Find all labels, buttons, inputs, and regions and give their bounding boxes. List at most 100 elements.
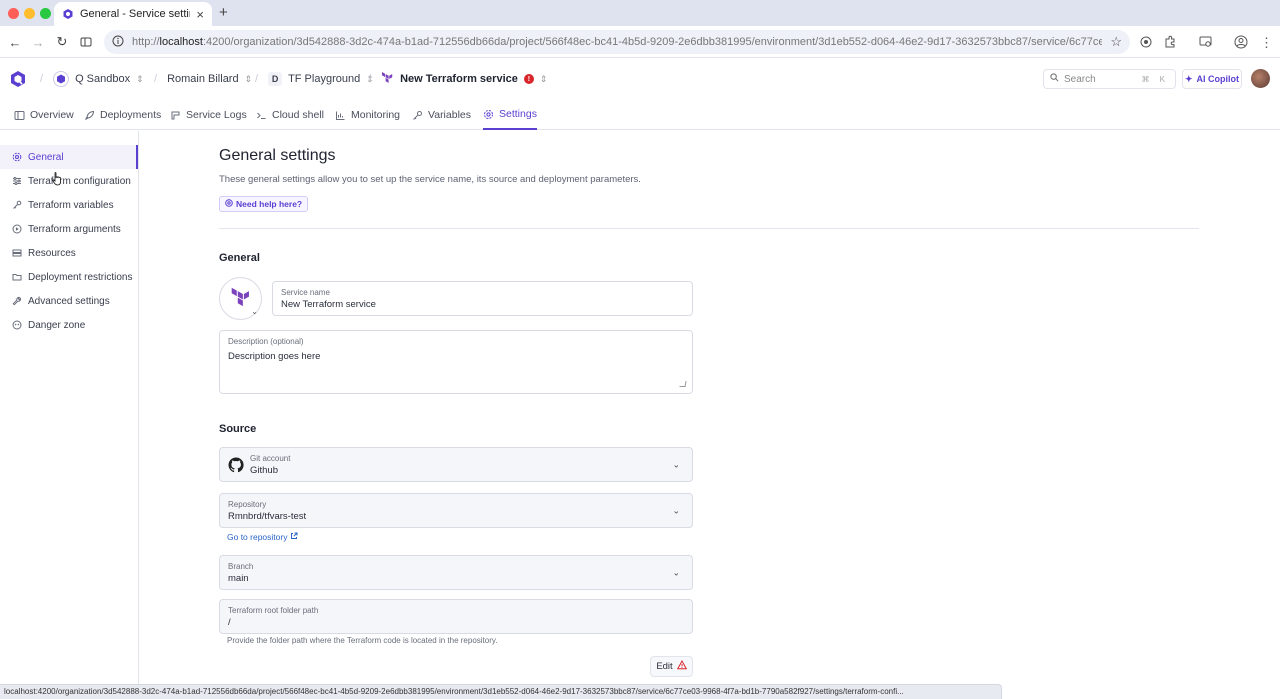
breadcrumb-project[interactable]: / Romain Billard ⇕ bbox=[154, 70, 252, 88]
chevron-updown-icon: ⇕ bbox=[539, 73, 548, 84]
breadcrumb-org[interactable]: / Q Sandbox ⇕ bbox=[40, 70, 144, 88]
tab-deployments[interactable]: Deployments bbox=[84, 100, 161, 130]
sidebar-item-advanced-settings[interactable]: Advanced settings bbox=[0, 289, 138, 313]
source-section-heading: Source bbox=[219, 423, 257, 435]
extension-icon[interactable] bbox=[1139, 35, 1153, 49]
tab-overview[interactable]: Overview bbox=[14, 100, 74, 130]
service-name: New Terraform service bbox=[400, 73, 518, 85]
sidebar-panel-icon[interactable] bbox=[78, 34, 94, 50]
repository-label: Repository bbox=[228, 500, 267, 509]
tab-monitoring-label: Monitoring bbox=[351, 109, 401, 121]
general-section-heading: General bbox=[219, 252, 260, 264]
org-name: Q Sandbox bbox=[75, 73, 131, 85]
chart-icon bbox=[335, 110, 346, 121]
service-name-field[interactable]: Service name New Terraform service bbox=[272, 281, 693, 316]
back-icon[interactable]: ← bbox=[7, 34, 23, 50]
search-input[interactable]: Search ⌘ K bbox=[1043, 69, 1176, 89]
branch-select[interactable]: Branch main ⌄ bbox=[219, 555, 693, 590]
sidebar-item-deployment-restrictions[interactable]: Deployment restrictions bbox=[0, 265, 138, 289]
edit-button[interactable]: Edit bbox=[650, 656, 693, 677]
reload-icon[interactable]: ↻ bbox=[54, 34, 70, 50]
branch-value: main bbox=[228, 573, 249, 584]
breadcrumb-service[interactable]: / New Terraform service ! ⇕ bbox=[368, 70, 547, 88]
extensions-puzzle-icon[interactable] bbox=[1163, 35, 1177, 49]
repository-select[interactable]: Repository Rmnbrd/tfvars-test ⌄ bbox=[219, 493, 693, 528]
search-placeholder: Search bbox=[1064, 73, 1096, 85]
tab-service-logs[interactable]: Service Logs bbox=[170, 100, 247, 130]
app-logo-icon bbox=[62, 8, 74, 20]
search-icon bbox=[1050, 73, 1059, 85]
need-help-button[interactable]: Need help here? bbox=[219, 196, 309, 212]
chevron-updown-icon: ⇕ bbox=[244, 73, 253, 84]
site-info-icon[interactable] bbox=[112, 35, 124, 50]
zoom-window-button[interactable] bbox=[40, 8, 51, 19]
git-account-label: Git account bbox=[250, 454, 291, 463]
overview-icon bbox=[14, 110, 25, 121]
tab-overview-label: Overview bbox=[30, 109, 74, 121]
close-window-button[interactable] bbox=[8, 8, 19, 19]
git-account-value: Github bbox=[250, 465, 278, 476]
sidebar-item-general[interactable]: General bbox=[0, 145, 138, 169]
logs-icon bbox=[170, 110, 181, 121]
close-tab-icon[interactable]: × bbox=[196, 7, 204, 22]
service-name-value: New Terraform service bbox=[281, 299, 376, 310]
org-avatar-icon bbox=[53, 71, 70, 87]
service-name-label: Service name bbox=[281, 288, 330, 297]
sidebar-item-terraform-configuration[interactable]: Terraform configuration bbox=[0, 169, 138, 193]
address-bar[interactable]: http://localhost:4200/organization/3d542… bbox=[104, 30, 1130, 54]
minimize-window-button[interactable] bbox=[24, 8, 35, 19]
folder-icon bbox=[12, 272, 22, 282]
tab-title: General - Service settings bbox=[80, 8, 190, 20]
qovery-logo-icon[interactable] bbox=[9, 70, 27, 88]
link-preview-status-bar: localhost:4200/organization/3d542888-3d2… bbox=[0, 684, 1002, 699]
git-account-select[interactable]: Git account Github ⌄ bbox=[219, 447, 693, 482]
breadcrumb-environment[interactable]: / D TF Playground ⇕ bbox=[255, 70, 374, 88]
ai-copilot-button[interactable]: ✦ AI Copilot bbox=[1182, 69, 1242, 89]
bookmark-star-icon[interactable]: ☆ bbox=[1110, 34, 1122, 50]
gear-icon bbox=[483, 109, 494, 120]
github-icon bbox=[228, 457, 244, 473]
go-to-repository-label: Go to repository bbox=[227, 532, 288, 542]
forward-icon[interactable]: → bbox=[30, 34, 46, 50]
app-header: / Q Sandbox ⇕ / Romain Billard ⇕ / D TF … bbox=[0, 58, 1280, 100]
root-folder-path-field[interactable]: Terraform root folder path / bbox=[219, 599, 693, 634]
profile-icon[interactable] bbox=[1234, 35, 1248, 49]
browser-tab-strip: General - Service settings × + bbox=[0, 0, 1280, 26]
service-icon-picker[interactable]: ⌄ bbox=[219, 277, 262, 320]
sidebar-item-label: Advanced settings bbox=[28, 295, 110, 307]
browser-menu-icon[interactable]: ⋮ bbox=[1260, 35, 1274, 50]
go-to-repository-link[interactable]: Go to repository bbox=[227, 532, 298, 542]
external-link-icon bbox=[290, 532, 298, 542]
sidebar-item-label: Resources bbox=[28, 247, 76, 259]
tab-service-logs-label: Service Logs bbox=[186, 109, 247, 121]
page-description: These general settings allow you to set … bbox=[219, 174, 641, 185]
tab-settings[interactable]: Settings bbox=[483, 100, 537, 130]
sidebar-item-resources[interactable]: Resources bbox=[0, 241, 138, 265]
warning-icon bbox=[676, 659, 687, 673]
tab-settings-label: Settings bbox=[499, 108, 537, 120]
terminal-icon bbox=[256, 110, 267, 121]
screen-search-icon[interactable] bbox=[1199, 35, 1213, 49]
rocket-icon bbox=[84, 110, 95, 121]
sidebar-item-terraform-variables[interactable]: Terraform variables bbox=[0, 193, 138, 217]
sidebar-item-danger-zone[interactable]: Danger zone bbox=[0, 313, 138, 337]
project-name: Romain Billard bbox=[167, 73, 239, 85]
repository-value: Rmnbrd/tfvars-test bbox=[228, 511, 307, 522]
sidebar-item-label: Terraform arguments bbox=[28, 223, 121, 235]
new-tab-button[interactable]: + bbox=[219, 4, 228, 21]
tab-variables[interactable]: Variables bbox=[412, 100, 471, 130]
browser-tab[interactable]: General - Service settings × bbox=[54, 2, 212, 26]
description-field[interactable]: Description (optional) Description goes … bbox=[219, 330, 693, 394]
user-avatar[interactable] bbox=[1251, 69, 1270, 88]
chevron-down-icon: ⌄ bbox=[672, 459, 680, 469]
sidebar-item-terraform-arguments[interactable]: Terraform arguments bbox=[0, 217, 138, 241]
tab-cloud-shell[interactable]: Cloud shell bbox=[256, 100, 324, 130]
service-status-badge: ! bbox=[523, 74, 534, 84]
resize-handle-icon[interactable] bbox=[679, 381, 687, 387]
environment-initial: D bbox=[268, 72, 283, 86]
page-title: General settings bbox=[219, 147, 336, 164]
description-label: Description (optional) bbox=[228, 337, 304, 346]
root-folder-path-hint: Provide the folder path where the Terraf… bbox=[227, 636, 498, 645]
environment-name: TF Playground bbox=[288, 73, 361, 85]
tab-monitoring[interactable]: Monitoring bbox=[335, 100, 400, 130]
